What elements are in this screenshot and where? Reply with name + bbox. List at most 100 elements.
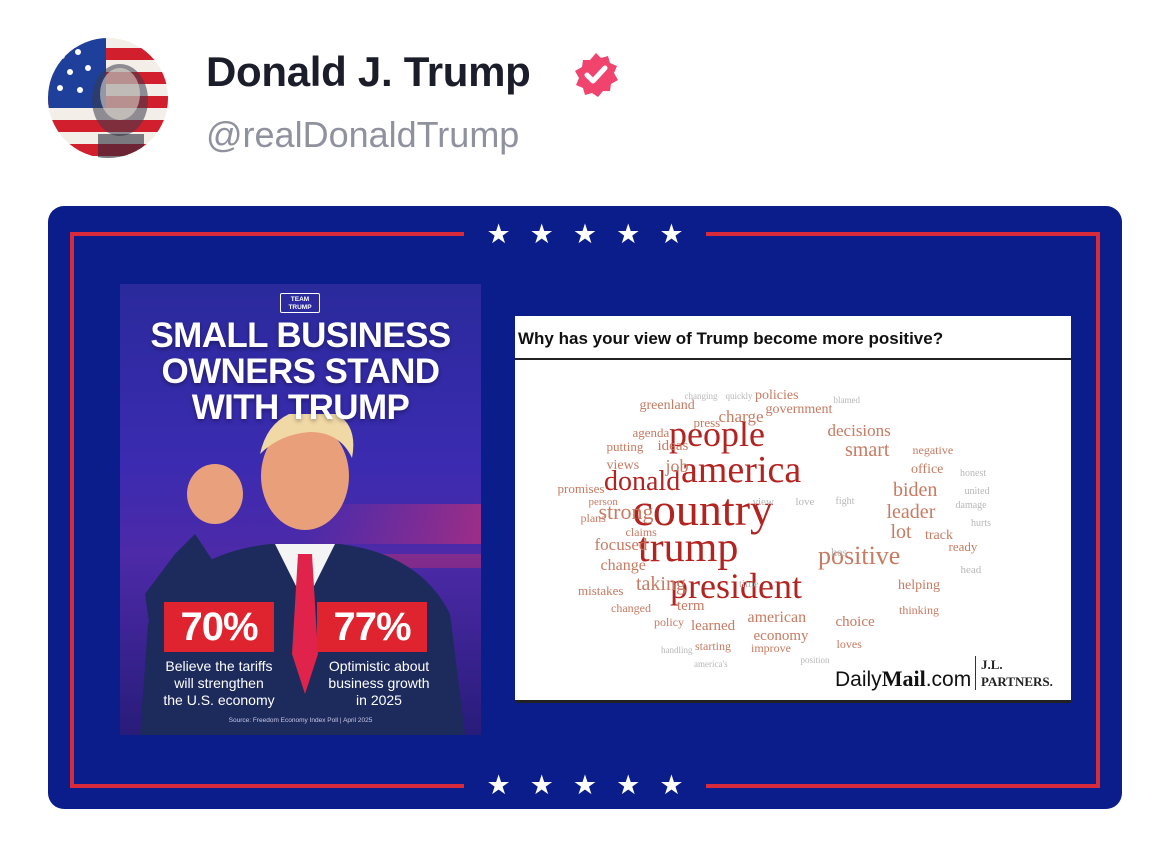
word-cloud-panel: Why has your view of Trump become more p… <box>515 316 1071 703</box>
cloud-word: time <box>739 577 759 590</box>
cloud-word: lot <box>890 521 912 543</box>
star-icon: ★ <box>486 770 511 801</box>
star-icon: ★ <box>572 219 598 250</box>
stat-desc-line: in 2025 <box>356 692 402 708</box>
cloud-word: putting <box>606 438 644 454</box>
star-icon: ★ <box>529 219 554 250</box>
cloud-word: head <box>960 563 982 576</box>
cloud-word: changed <box>611 601 651 615</box>
jl-partners-logo: J.L. PARTNERS. <box>981 656 1053 690</box>
stat-desc-line: business growth <box>328 675 430 691</box>
star-icon: ★ <box>616 770 641 801</box>
cloud-word: american <box>747 609 807 626</box>
cloud-word: improve <box>751 641 791 655</box>
frame-left-line <box>70 232 74 788</box>
cloud-word: learned <box>691 617 736 634</box>
poster-headline: SMALL BUSINESS OWNERS STAND WITH TRUMP <box>120 318 481 426</box>
cloud-word: honest <box>960 468 987 479</box>
cloud-word: thinking <box>899 603 940 617</box>
word-cloud: country trump america president people donald… <box>515 360 1071 700</box>
stat-desc-line: will strengthen <box>174 675 264 691</box>
cloud-word: decisions <box>827 420 891 440</box>
cloud-word: changing <box>684 390 718 401</box>
author-display-name[interactable]: Donald J. Trump <box>206 48 531 96</box>
cloud-word: press <box>693 414 721 430</box>
star-icon: ★ <box>572 770 598 801</box>
team-trump-badge: TEAM TRUMP <box>280 293 320 313</box>
panel-bottom-rule <box>515 700 1071 703</box>
cloud-word: damage <box>955 500 987 511</box>
cloud-word: hurts <box>971 518 991 529</box>
stat-growth-description: Optimistic about business growth in 2025 <box>304 658 454 709</box>
cloud-word: ready <box>948 538 978 554</box>
stat-desc-line: Believe the tariffs <box>165 658 273 674</box>
bottom-stars: ★ ★ ★ ★ ★ <box>48 772 1122 799</box>
cloud-word: greenland <box>639 398 695 413</box>
stat-desc-line: Optimistic about <box>328 658 430 674</box>
brand-mail-text: Mail <box>881 666 926 691</box>
cloud-word: america's <box>694 658 728 669</box>
cloud-word: plans <box>580 511 606 525</box>
author-handle[interactable]: @realDonaldTrump <box>206 114 519 156</box>
headline-line-1: SMALL BUSINESS <box>150 316 451 355</box>
cloud-word: policy <box>654 615 684 629</box>
cloud-word: love <box>795 495 815 508</box>
jl-line-2: PARTNERS. <box>981 674 1053 689</box>
post-image-card[interactable]: ★ ★ ★ ★ ★ ★ ★ ★ ★ ★ TEAM TRUMP SMALL BUS… <box>48 206 1122 809</box>
cloud-word: term <box>677 597 705 614</box>
cloud-word: loves <box>836 637 862 651</box>
cloud-word: claims <box>625 525 657 539</box>
headline-line-2: OWNERS STAND <box>161 352 441 391</box>
cloud-word: negative <box>912 443 954 457</box>
cloud-word: position <box>800 654 830 665</box>
cloud-word: taking <box>636 573 686 595</box>
cloud-word: view <box>752 495 774 508</box>
cloud-word: choice <box>835 613 875 630</box>
headline-line-3: WITH TRUMP <box>191 388 410 427</box>
cloud-word: job <box>665 456 689 476</box>
star-icon: ★ <box>659 219 684 250</box>
cloud-word: america <box>681 449 802 491</box>
cloud-word: leader <box>886 501 936 523</box>
cloud-word: starting <box>695 639 731 653</box>
cloud-word: person <box>588 495 618 508</box>
star-icon: ★ <box>616 219 641 250</box>
cloud-word: change <box>600 557 646 574</box>
star-icon: ★ <box>529 770 554 801</box>
stat-tariffs-description: Believe the tariffs will strengthen the … <box>144 658 294 709</box>
stat-desc-line: the U.S. economy <box>163 692 275 708</box>
poster-source: Source: Freedom Economy Index Poll | Apr… <box>228 717 373 724</box>
brand-separator <box>975 656 976 690</box>
cloud-word: blamed <box>833 394 861 405</box>
cloud-word: ideas <box>657 437 689 454</box>
cloud-word: united <box>964 486 990 497</box>
flag-portrait-avatar-icon <box>48 38 168 158</box>
cloud-word: mistakes <box>578 582 624 598</box>
frame-right-line <box>1096 232 1100 788</box>
author-avatar[interactable] <box>48 38 168 158</box>
word-cloud-title: Why has your view of Trump become more p… <box>518 329 944 348</box>
cloud-word: government <box>765 402 833 417</box>
stat-growth-value: 77% <box>317 602 427 652</box>
cloud-word: hes <box>831 545 847 559</box>
cloud-word: fight <box>835 496 855 507</box>
cloud-word: policies <box>755 388 799 403</box>
star-icon: ★ <box>486 219 511 250</box>
cloud-word: handling <box>661 644 693 655</box>
cloud-word: promises <box>557 480 605 496</box>
top-stars: ★ ★ ★ ★ ★ <box>48 221 1122 248</box>
cloud-word: biden <box>893 479 938 501</box>
star-icon: ★ <box>659 770 684 801</box>
brand-com-text: .com <box>925 668 972 691</box>
cloud-word: agenda <box>632 424 670 440</box>
cloud-word: charge <box>718 406 764 426</box>
jl-line-1: J.L. <box>981 657 1003 672</box>
verified-badge-icon <box>575 53 618 97</box>
stat-tariffs-value: 70% <box>164 602 274 652</box>
brand-daily-text: Daily <box>835 668 882 691</box>
poll-poster: TEAM TRUMP SMALL BUSINESS OWNERS STAND W… <box>120 284 481 735</box>
cloud-word: smart <box>845 439 890 461</box>
cloud-word: views <box>606 458 640 473</box>
dailymail-logo: DailyMail.com <box>835 666 971 692</box>
cloud-word: office <box>911 462 944 477</box>
